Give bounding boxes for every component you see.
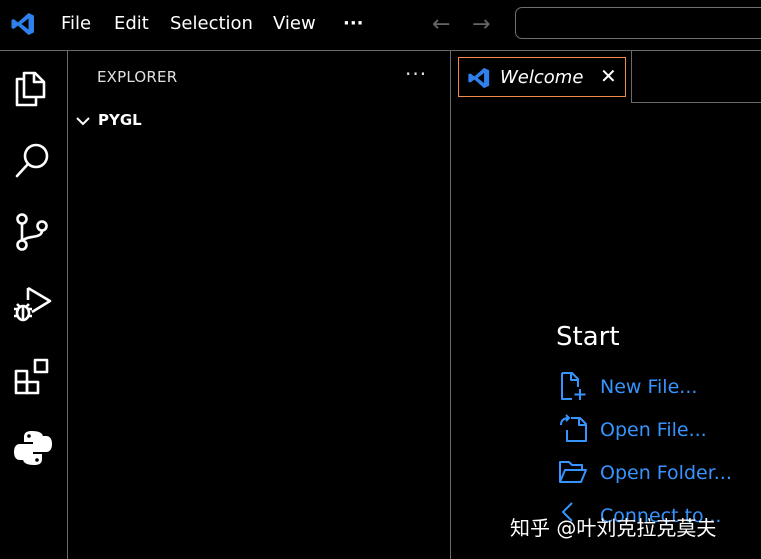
folder-label: PYGL — [98, 111, 142, 129]
activity-bar-border — [67, 51, 68, 559]
open-file-label: Open File... — [600, 419, 707, 441]
source-control-icon[interactable] — [12, 211, 54, 253]
menu-view[interactable]: View — [273, 13, 316, 34]
open-folder-label: Open Folder... — [600, 462, 732, 484]
title-bar: File Edit Selection View ··· ← → — [0, 0, 761, 50]
explorer-title: EXPLORER — [97, 68, 178, 86]
chevron-down-icon — [76, 117, 90, 126]
open-folder-link[interactable]: Open Folder... — [558, 457, 758, 489]
vscode-logo-icon[interactable] — [10, 11, 36, 37]
tab-strip-border — [631, 102, 761, 103]
back-arrow-icon[interactable]: ← — [432, 12, 450, 38]
extensions-icon[interactable] — [12, 355, 54, 397]
vscode-logo-icon — [468, 67, 490, 89]
tab-label: Welcome — [500, 67, 584, 88]
files-explorer-icon[interactable] — [12, 67, 54, 109]
python-icon[interactable] — [12, 427, 54, 469]
menu-file[interactable]: File — [61, 13, 91, 34]
open-file-link[interactable]: Open File... — [558, 414, 758, 446]
activity-bar — [0, 51, 67, 559]
zhihu-watermark: 知乎 @叶刘克拉克莫夫 — [510, 516, 717, 540]
tab-welcome[interactable]: Welcome ✕ — [458, 57, 626, 97]
tab-separator — [631, 51, 632, 103]
new-file-link[interactable]: New File... — [558, 371, 758, 403]
forward-arrow-icon[interactable]: → — [472, 12, 490, 38]
run-and-debug-icon[interactable] — [12, 283, 54, 325]
command-center-search[interactable] — [515, 7, 761, 39]
close-icon[interactable]: ✕ — [600, 64, 617, 88]
explorer-more-actions-button[interactable]: ··· — [405, 62, 427, 86]
folder-pygl[interactable]: PYGL — [75, 110, 445, 134]
new-file-icon — [561, 372, 586, 400]
sidebar-border — [450, 51, 451, 559]
new-file-label: New File... — [600, 376, 698, 398]
title-bar-border — [0, 50, 761, 51]
start-heading: Start — [556, 322, 620, 352]
open-file-icon — [560, 414, 587, 442]
menu-edit[interactable]: Edit — [114, 13, 149, 34]
open-folder-icon — [559, 461, 587, 483]
menu-selection[interactable]: Selection — [170, 13, 253, 34]
menu-more-button[interactable]: ··· — [343, 13, 364, 34]
search-icon[interactable] — [12, 139, 54, 181]
